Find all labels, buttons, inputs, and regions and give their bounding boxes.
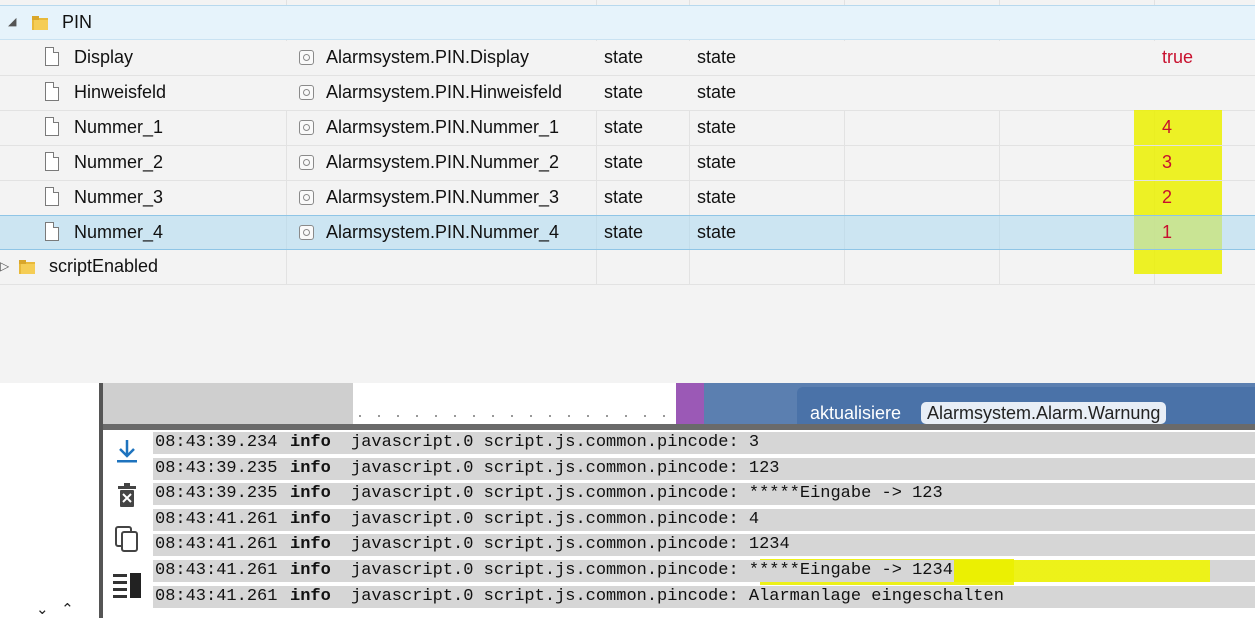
log-time: 08:43:41.261 xyxy=(153,560,288,582)
log-time: 08:43:39.235 xyxy=(153,457,288,480)
object-value[interactable]: 1 xyxy=(1162,216,1172,249)
file-icon xyxy=(45,222,59,241)
object-name: Nummer_2 xyxy=(74,152,164,172)
object-role: state xyxy=(697,152,737,172)
log-level: info xyxy=(288,560,348,582)
log-row-highlighted: 08:43:41.261 info javascript.0 script.js… xyxy=(151,558,1255,584)
object-type: state xyxy=(604,117,644,137)
expand-toggle-icon[interactable]: ▷ xyxy=(0,250,9,283)
object-tree: ◢ PIN Display Alarmsystem.PIN.Display st… xyxy=(0,0,1255,383)
state-icon xyxy=(299,155,314,170)
log-row: 08:43:39.235 info javascript.0 script.js… xyxy=(151,481,1255,507)
log-message: javascript.0 script.js.common.pincode: *… xyxy=(348,483,1255,506)
object-name: Nummer_3 xyxy=(74,187,164,207)
chevron-down-icon[interactable]: ⌄ xyxy=(36,601,49,618)
object-type: state xyxy=(604,82,644,102)
log-level: info xyxy=(288,457,348,480)
log-row: 08:43:39.235 info javascript.0 script.js… xyxy=(151,456,1255,482)
folder-icon xyxy=(19,260,35,274)
state-icon xyxy=(299,225,314,240)
object-value[interactable]: true xyxy=(1162,41,1193,74)
log-level: info xyxy=(288,432,348,454)
log-level: info xyxy=(288,534,348,557)
object-name: Hinweisfeld xyxy=(74,82,167,102)
log-message: javascript.0 script.js.common.pincode: 1… xyxy=(348,534,1255,557)
object-name: Display xyxy=(74,47,134,67)
editor-block-label: aktualisiere xyxy=(810,403,902,423)
log-message: javascript.0 script.js.common.pincode: 1… xyxy=(348,457,1255,480)
tree-row-folder-pin[interactable]: ◢ PIN xyxy=(0,5,1255,40)
object-role: state xyxy=(697,117,737,137)
tree-row[interactable]: Display Alarmsystem.PIN.Display state st… xyxy=(0,41,1255,76)
tree-row[interactable]: Hinweisfeld Alarmsystem.PIN.Hinweisfeld … xyxy=(0,76,1255,111)
state-icon xyxy=(299,50,314,65)
object-value[interactable]: 3 xyxy=(1162,146,1172,179)
object-id: Alarmsystem.PIN.Hinweisfeld xyxy=(326,82,563,102)
object-role: state xyxy=(697,222,737,242)
state-icon xyxy=(299,85,314,100)
file-icon xyxy=(45,47,59,66)
chevron-up-icon[interactable]: ⌃ xyxy=(61,601,74,618)
log-time: 08:43:41.261 xyxy=(153,508,288,531)
file-icon xyxy=(45,187,59,206)
log-row: 08:43:41.261 info javascript.0 script.js… xyxy=(151,532,1255,558)
state-icon xyxy=(299,120,314,135)
file-icon xyxy=(45,117,59,136)
editor-block-chip[interactable]: Alarmsystem.Alarm.Warnung xyxy=(921,402,1167,424)
object-role: state xyxy=(697,47,737,67)
object-role: state xyxy=(697,82,737,102)
log-level: info xyxy=(288,483,348,506)
editor-canvas-grid xyxy=(353,383,676,424)
object-type: state xyxy=(604,152,644,172)
object-value[interactable]: 4 xyxy=(1162,111,1172,144)
log-message: javascript.0 script.js.common.pincode: 4 xyxy=(348,508,1255,531)
collapse-toggle-icon[interactable]: ◢ xyxy=(8,6,16,39)
log-time: 08:43:39.234 xyxy=(153,432,288,454)
object-name: Nummer_4 xyxy=(74,222,164,242)
folder-name: scriptEnabled xyxy=(49,256,159,276)
file-icon xyxy=(45,152,59,171)
object-name: Nummer_1 xyxy=(74,117,164,137)
log-message: javascript.0 script.js.common.pincode: 3 xyxy=(348,432,1255,454)
log-message: javascript.0 script.js.common.pincode: *… xyxy=(348,560,1255,582)
tree-row[interactable]: Nummer_2 Alarmsystem.PIN.Nummer_2 state … xyxy=(0,146,1255,181)
object-id: Alarmsystem.PIN.Display xyxy=(326,47,530,67)
log-time: 08:43:39.235 xyxy=(153,483,288,506)
copy-icon[interactable] xyxy=(111,523,143,555)
log-level: info xyxy=(288,585,348,608)
object-id: Alarmsystem.PIN.Nummer_1 xyxy=(326,117,560,137)
file-icon xyxy=(45,82,59,101)
log-time: 08:43:41.261 xyxy=(153,585,288,608)
editor-toolbox xyxy=(103,383,353,424)
download-icon[interactable] xyxy=(111,436,143,468)
folder-name: PIN xyxy=(62,12,93,32)
object-id: Alarmsystem.PIN.Nummer_4 xyxy=(326,222,560,242)
log-toolbar xyxy=(103,430,151,618)
tree-row[interactable]: Nummer_1 Alarmsystem.PIN.Nummer_1 state … xyxy=(0,111,1255,146)
columns-icon[interactable] xyxy=(111,568,143,600)
object-type: state xyxy=(604,222,644,242)
object-id: Alarmsystem.PIN.Nummer_2 xyxy=(326,152,560,172)
log-row: 08:43:39.234 info javascript.0 script.js… xyxy=(151,430,1255,456)
folder-icon xyxy=(32,16,48,30)
tree-row[interactable]: Nummer_3 Alarmsystem.PIN.Nummer_3 state … xyxy=(0,181,1255,216)
log-message: javascript.0 script.js.common.pincode: A… xyxy=(348,585,1255,608)
object-type: state xyxy=(604,47,644,67)
panel-scroll-arrows: ⌄ ⌃ xyxy=(36,600,74,618)
log-level: info xyxy=(288,508,348,531)
log-row: 08:43:41.261 info javascript.0 script.js… xyxy=(151,507,1255,533)
log-table: 08:43:39.234 info javascript.0 script.js… xyxy=(151,430,1255,618)
log-time: 08:43:41.261 xyxy=(153,534,288,557)
object-id: Alarmsystem.PIN.Nummer_3 xyxy=(326,187,560,207)
object-value[interactable]: 2 xyxy=(1162,181,1172,214)
state-icon xyxy=(299,190,314,205)
object-role: state xyxy=(697,187,737,207)
object-type: state xyxy=(604,187,644,207)
editor-block-purple xyxy=(676,383,704,424)
tree-row-selected[interactable]: Nummer_4 Alarmsystem.PIN.Nummer_4 state … xyxy=(0,215,1255,250)
trash-icon[interactable] xyxy=(111,480,143,512)
log-row: 08:43:41.261 info javascript.0 script.js… xyxy=(151,584,1255,610)
left-panel xyxy=(0,430,99,618)
tree-row-folder-scriptenabled[interactable]: ▷ scriptEnabled xyxy=(0,250,1255,285)
